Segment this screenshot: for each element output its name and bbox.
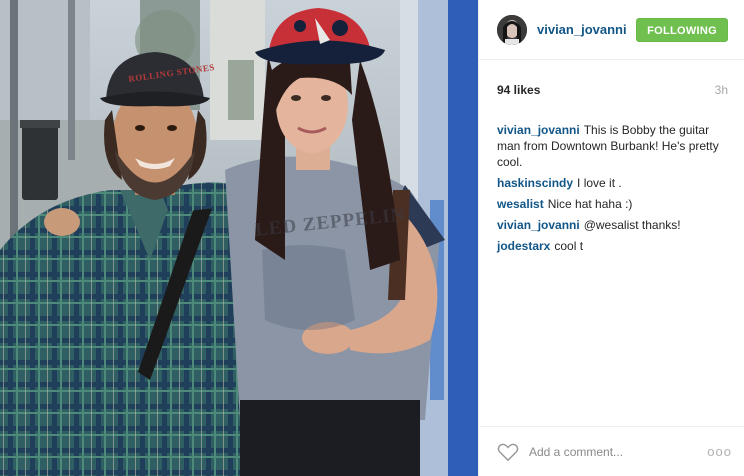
comment-username[interactable]: vivian_jovanni [497, 218, 580, 232]
comment-username[interactable]: jodestarx [497, 239, 550, 253]
comment-text: @wesalist thanks! [583, 218, 681, 232]
avatar[interactable] [497, 14, 527, 45]
post-photo[interactable]: ROLLING STONES LED ZEPPELIN [0, 0, 478, 476]
comment: wesalist Nice hat haha :) [497, 196, 732, 212]
comment-text: cool t [554, 239, 584, 253]
post-meta: 94 likes 3h [479, 60, 744, 104]
comment-text: I love it . [577, 176, 622, 190]
comment-text: Nice hat haha :) [547, 197, 633, 211]
comment: vivian_jovanni @wesalist thanks! [497, 217, 732, 233]
comment-caption: vivian_jovanni This is Bobby the guitar m… [497, 122, 732, 170]
post-author-username[interactable]: vivian_jovanni [537, 22, 636, 37]
instagram-post: ROLLING STONES LED ZEPPELIN vivian_jovan… [0, 0, 744, 476]
comment-username[interactable]: vivian_jovanni [497, 123, 580, 137]
comments-list: vivian_jovanni This is Bobby the guitar m… [479, 104, 744, 426]
post-header: vivian_jovanni FOLLOWING [479, 0, 744, 60]
post-sidebar: vivian_jovanni FOLLOWING 94 likes 3h viv… [478, 0, 744, 476]
add-comment-input[interactable]: Add a comment... [529, 445, 707, 459]
comment: haskinscindy I love it . [497, 175, 732, 191]
avatar-image [497, 14, 527, 45]
post-timestamp[interactable]: 3h [715, 83, 728, 97]
like-button[interactable] [497, 442, 519, 462]
comment-username[interactable]: haskinscindy [497, 176, 573, 190]
more-options-icon[interactable]: ooo [707, 444, 732, 459]
heart-icon [497, 443, 519, 461]
comment-username[interactable]: wesalist [497, 197, 544, 211]
comment: jodestarx cool t [497, 238, 732, 254]
photo-illustration [0, 0, 478, 476]
comment-bar: Add a comment... ooo [479, 426, 744, 476]
likes-count[interactable]: 94 likes [497, 83, 540, 97]
following-button[interactable]: FOLLOWING [636, 17, 728, 42]
